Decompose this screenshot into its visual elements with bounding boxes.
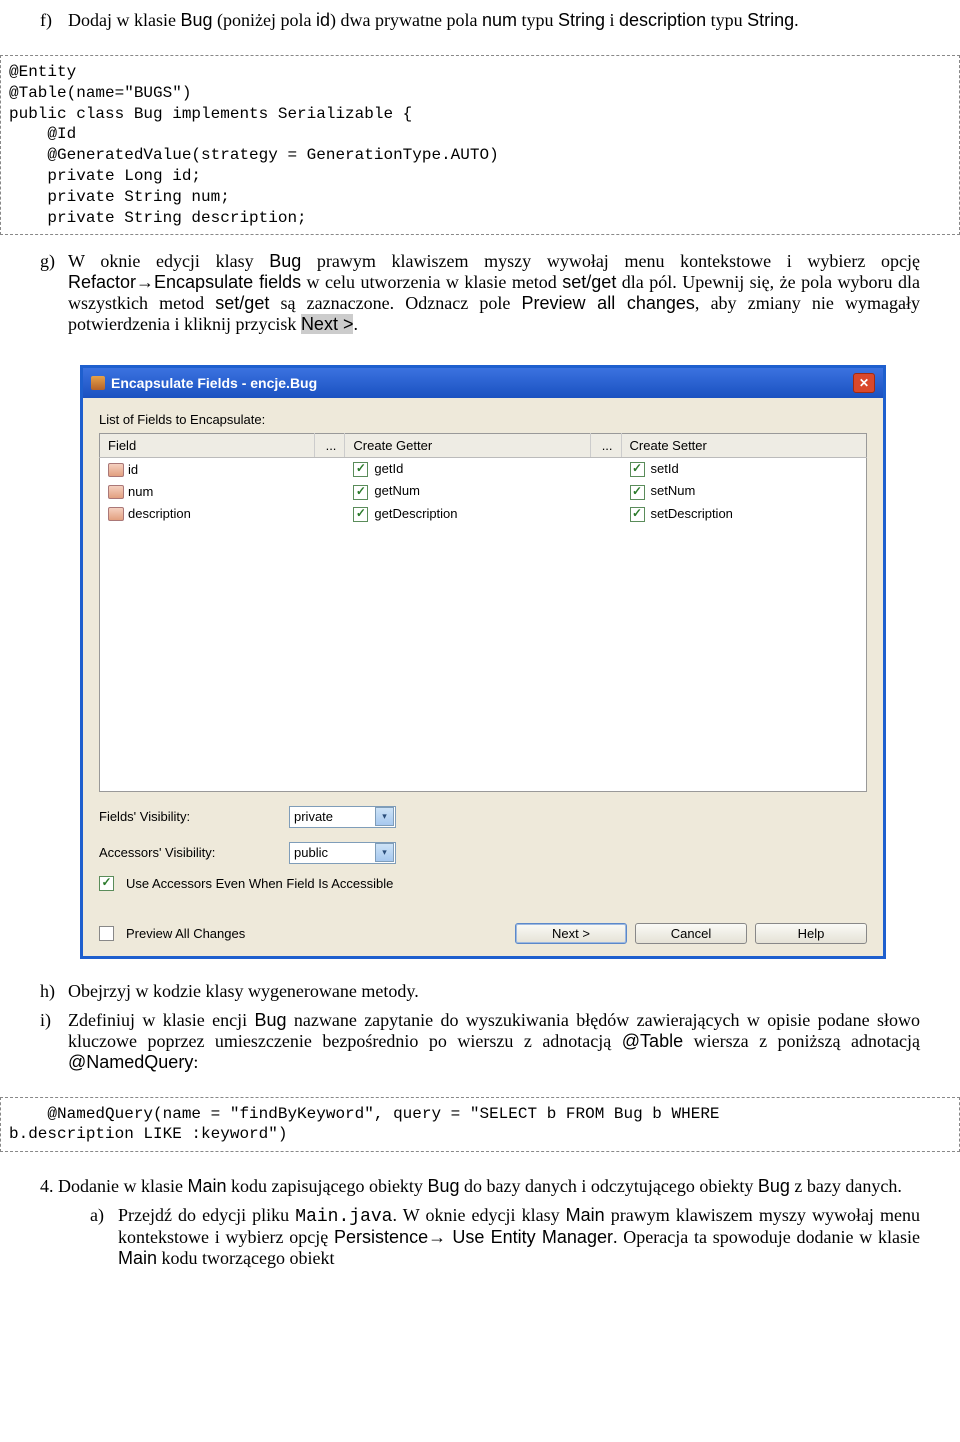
col-field[interactable]: Field (100, 434, 315, 458)
table-row[interactable]: id ✓getId ✓setId (100, 458, 867, 481)
list-item-h-label: h) (40, 981, 68, 1002)
checkbox-setter[interactable]: ✓ (630, 462, 645, 477)
list-item-a-label: a) (90, 1205, 118, 1269)
code-block-i: @NamedQuery(name = "findByKeyword", quer… (0, 1097, 960, 1153)
list-item-h: h) Obejrzyj w kodzie klasy wygenerowane … (40, 981, 920, 1002)
col-dots-1[interactable]: ... (314, 434, 345, 458)
checkbox-getter[interactable]: ✓ (353, 485, 368, 500)
preview-all-label: Preview All Changes (126, 926, 245, 941)
use-accessors-label: Use Accessors Even When Field Is Accessi… (126, 876, 393, 891)
fields-visibility-combo[interactable]: private ▾ (289, 806, 396, 828)
col-getter[interactable]: Create Getter (345, 434, 590, 458)
section-4: 4. Dodanie w klasie Main kodu zapisujące… (40, 1176, 920, 1197)
col-setter[interactable]: Create Setter (621, 434, 866, 458)
list-of-fields-label: List of Fields to Encapsulate: (99, 412, 867, 427)
list-item-h-text: Obejrzyj w kodzie klasy wygenerowane met… (68, 981, 920, 1002)
table-empty-area (100, 525, 867, 792)
list-item-a: a) Przejdź do edycji pliku Main.java. W … (40, 1205, 920, 1269)
encapsulate-fields-dialog: Encapsulate Fields - encje.Bug ✕ List of… (80, 365, 886, 958)
checkbox-setter[interactable]: ✓ (630, 507, 645, 522)
list-item-f-text: Dodaj w klasie Bug (poniżej pola id) dwa… (68, 10, 920, 31)
list-item-a-text: Przejdź do edycji pliku Main.java. W okn… (118, 1205, 920, 1269)
cancel-button[interactable]: Cancel (635, 923, 747, 944)
code-block-f: @Entity @Table(name="BUGS") public class… (0, 55, 960, 235)
close-icon[interactable]: ✕ (853, 373, 875, 393)
col-dots-2[interactable]: ... (590, 434, 621, 458)
list-item-g: g) W oknie edycji klasy Bug prawym klawi… (40, 251, 920, 335)
list-item-i-label: i) (40, 1010, 68, 1073)
fields-visibility-label: Fields' Visibility: (99, 809, 279, 824)
checkbox-getter[interactable]: ✓ (353, 462, 368, 477)
accessors-visibility-label: Accessors' Visibility: (99, 845, 279, 860)
checkbox-getter[interactable]: ✓ (353, 507, 368, 522)
use-accessors-checkbox[interactable]: ✓ (99, 876, 114, 891)
list-item-f-label: f) (40, 10, 68, 31)
fields-table: Field ... Create Getter ... Create Sette… (99, 433, 867, 791)
table-row[interactable]: num ✓getNum ✓setNum (100, 480, 867, 502)
list-item-i-text: Zdefiniuj w klasie encji Bug nazwane zap… (68, 1010, 920, 1073)
dialog-title-bar[interactable]: Encapsulate Fields - encje.Bug ✕ (83, 368, 883, 398)
list-item-i: i) Zdefiniuj w klasie encji Bug nazwane … (40, 1010, 920, 1073)
field-icon (108, 463, 124, 477)
chevron-down-icon: ▾ (375, 843, 394, 862)
table-row[interactable]: description ✓getDescription ✓setDescript… (100, 503, 867, 525)
next-button[interactable]: Next > (515, 923, 627, 944)
list-item-g-text: W oknie edycji klasy Bug prawym klawisze… (68, 251, 920, 335)
field-icon (108, 507, 124, 521)
help-button[interactable]: Help (755, 923, 867, 944)
accessors-visibility-combo[interactable]: public ▾ (289, 842, 396, 864)
dialog-icon (91, 376, 105, 390)
list-item-f: f) Dodaj w klasie Bug (poniżej pola id) … (40, 10, 920, 31)
dialog-title: Encapsulate Fields - encje.Bug (111, 375, 317, 391)
chevron-down-icon: ▾ (375, 807, 394, 826)
preview-all-checkbox[interactable]: ✓ (99, 926, 114, 941)
checkbox-setter[interactable]: ✓ (630, 485, 645, 500)
field-icon (108, 485, 124, 499)
list-item-g-label: g) (40, 251, 68, 335)
